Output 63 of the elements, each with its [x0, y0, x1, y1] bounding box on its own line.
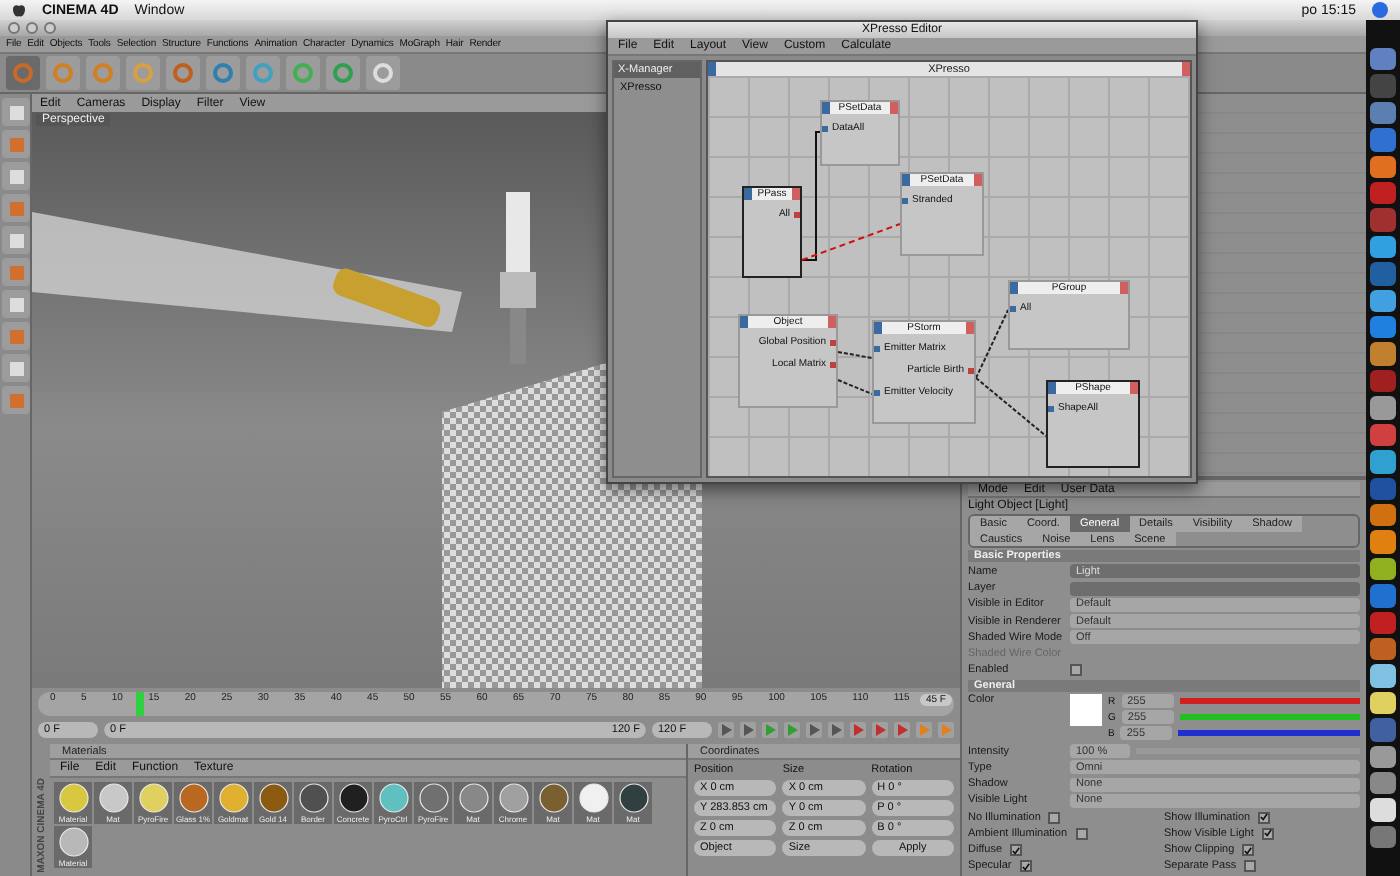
tool-button[interactable] — [166, 56, 200, 90]
checkbox[interactable] — [1048, 811, 1061, 824]
app-icon[interactable] — [1370, 155, 1396, 179]
tool-icon — [252, 62, 274, 84]
text-field[interactable] — [1070, 581, 1360, 596]
color-swatch[interactable] — [1070, 694, 1102, 727]
output-port-icon[interactable] — [830, 339, 836, 345]
tool-icon — [132, 62, 154, 84]
tool-button[interactable] — [2, 162, 30, 190]
playback-button[interactable] — [894, 721, 910, 737]
tool-button[interactable] — [2, 98, 30, 126]
tool-icon — [92, 62, 114, 84]
output-port-icon[interactable] — [968, 367, 974, 373]
tool-icon — [52, 62, 74, 84]
checkbox[interactable] — [1075, 827, 1088, 840]
app-icon[interactable] — [1370, 798, 1396, 822]
input-port-icon[interactable] — [874, 345, 880, 351]
checkbox[interactable] — [1258, 811, 1271, 824]
tool-icon — [12, 62, 34, 84]
output-port-icon[interactable] — [830, 361, 836, 367]
tool-button[interactable] — [2, 226, 30, 254]
checkbox[interactable] — [1261, 827, 1274, 840]
checkbox[interactable] — [1244, 860, 1257, 873]
playback-button[interactable] — [740, 721, 756, 737]
tool-icon — [332, 62, 354, 84]
input-port-icon[interactable] — [902, 197, 908, 203]
app-icon[interactable] — [1370, 557, 1396, 581]
playback-button[interactable] — [872, 721, 888, 737]
tool-button[interactable] — [366, 56, 400, 90]
app-icon[interactable] — [1370, 664, 1396, 688]
tool-icon — [212, 62, 234, 84]
app-icon[interactable] — [1370, 530, 1396, 554]
app-icon[interactable] — [1370, 450, 1396, 473]
playback-button[interactable] — [828, 721, 844, 737]
checkbox[interactable] — [1010, 844, 1023, 857]
playback-button[interactable] — [806, 721, 822, 737]
minimize-icon[interactable] — [26, 22, 38, 34]
app-icon[interactable] — [1370, 745, 1396, 768]
checkbox[interactable] — [1070, 664, 1082, 677]
tool-button[interactable] — [206, 56, 240, 90]
playback-button[interactable] — [718, 721, 734, 737]
output-port-icon[interactable] — [794, 211, 800, 217]
tool-icon — [372, 62, 394, 84]
checkbox[interactable] — [1242, 844, 1255, 857]
input-port-icon[interactable] — [822, 125, 828, 131]
tool-icon — [292, 62, 314, 84]
zoom-icon[interactable] — [44, 22, 56, 34]
input-port-icon[interactable] — [1010, 305, 1016, 311]
app-icon[interactable] — [1370, 235, 1396, 259]
spotlight-icon[interactable] — [1372, 2, 1388, 18]
close-icon[interactable] — [8, 22, 20, 34]
input-port-icon[interactable] — [874, 389, 880, 395]
playback-button[interactable] — [850, 721, 866, 737]
app-icon[interactable] — [1370, 289, 1396, 313]
tool-button[interactable] — [2, 290, 30, 318]
app-icon[interactable] — [1370, 396, 1396, 420]
input-port-icon[interactable] — [1048, 405, 1054, 411]
tool-icon — [172, 62, 194, 84]
app-icon[interactable] — [1370, 342, 1396, 366]
app-icon[interactable] — [1370, 691, 1396, 715]
apple-logo-icon[interactable] — [12, 2, 26, 18]
checkbox[interactable] — [1019, 860, 1032, 873]
tool-button[interactable] — [2, 354, 30, 382]
